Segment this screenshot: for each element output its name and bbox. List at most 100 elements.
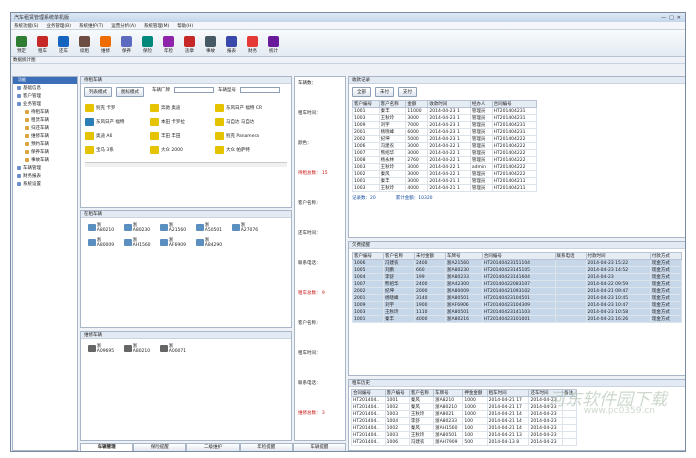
table-row[interactable]: 1006 冯建农 2400 浙A21560 HT20140423151104 2014-0… bbox=[351, 259, 683, 267]
column-header[interactable]: 未付金额 bbox=[414, 252, 447, 260]
column-header[interactable]: 收款时间 bbox=[427, 100, 471, 108]
available-car[interactable]: 奥迪 A6 bbox=[85, 130, 150, 142]
table-row[interactable]: HT201404.. 1002 秦风 浙AH1560 100 2014-04-21 14 2… bbox=[351, 424, 577, 432]
available-car[interactable]: 奔驰 奥迪 bbox=[150, 102, 215, 114]
column-header[interactable]: 联系电话 bbox=[554, 252, 587, 260]
tree-node[interactable]: 租赁车辆 bbox=[13, 116, 77, 124]
table-row[interactable]: 1001 秦丰 3000 2014-04-21 1 管理员 HT201404211 bbox=[352, 177, 538, 185]
toolbar-button[interactable]: 预定 bbox=[13, 36, 30, 54]
toolbar-button[interactable]: 保险 bbox=[139, 36, 156, 54]
column-header[interactable]: 合同编号 bbox=[491, 100, 538, 108]
table-row[interactable]: HT201404.. 1003 王秋玲 浙A80501 100 2014-04-21 13… bbox=[351, 431, 577, 439]
list-mode-button[interactable]: 列表模式 bbox=[84, 87, 112, 97]
tree-node[interactable]: 待租车辆 bbox=[13, 108, 77, 116]
column-header[interactable]: 客户名称 bbox=[408, 389, 435, 397]
bottom-tab[interactable]: 二级维护 bbox=[186, 443, 240, 451]
column-header[interactable]: 租车时间 bbox=[486, 389, 530, 397]
available-car[interactable]: 本田 卡罗拉 bbox=[150, 116, 215, 128]
available-car[interactable]: 东风日产 福特 bbox=[85, 116, 150, 128]
rented-car[interactable]: 浙A27076 bbox=[232, 222, 262, 233]
minimize-icon[interactable]: — bbox=[661, 15, 666, 21]
tree-node[interactable]: 事故车辆 bbox=[13, 156, 77, 164]
table-row[interactable]: 2002 纪坤 2000 浙A80009 HT20140421093102 2014-04… bbox=[351, 287, 683, 295]
table-row[interactable]: 1007 熊绍华 3000 2014-04-22 1 管理员 HT201404222 bbox=[352, 149, 538, 157]
maximize-icon[interactable]: □ bbox=[669, 15, 674, 21]
tree-node[interactable]: 保养车辆 bbox=[13, 148, 77, 156]
rented-car[interactable]: 浙A50501 bbox=[196, 222, 226, 233]
bottom-tab[interactable]: 年检提醒 bbox=[239, 443, 293, 451]
icon-mode-button[interactable]: 图标模式 bbox=[116, 87, 144, 97]
rented-car[interactable]: 浙A80230 bbox=[124, 222, 154, 233]
model-select[interactable] bbox=[240, 87, 280, 93]
filter-button[interactable]: 支付 bbox=[398, 87, 417, 97]
tree-node[interactable]: 归还车辆 bbox=[13, 124, 77, 132]
toolbar-button[interactable]: 维修 bbox=[97, 36, 114, 54]
table-row[interactable]: 1003 王秋玲 1110 浙A80501 HT20140423141103 2014-0… bbox=[351, 308, 683, 316]
toolbar-button[interactable]: 年检 bbox=[160, 36, 177, 54]
column-header[interactable]: 客户编号 bbox=[384, 389, 410, 397]
toolbar-button[interactable]: 财务 bbox=[244, 36, 261, 54]
table-row[interactable]: 1003 王秋玲 3000 2014-04-22 1 admin HT201404222 bbox=[352, 163, 538, 171]
column-header[interactable]: 车牌号 bbox=[433, 389, 464, 397]
filter-button[interactable]: 全部 bbox=[352, 87, 371, 97]
available-car[interactable]: 大众 帕萨特 bbox=[215, 144, 280, 156]
filter-button[interactable]: 未付 bbox=[375, 87, 394, 97]
repair-car[interactable]: 浙A09695 bbox=[88, 343, 118, 354]
bottom-tab[interactable]: 车辆提醒 bbox=[292, 443, 347, 451]
column-header[interactable]: 付款方式 bbox=[649, 252, 683, 260]
menu-item[interactable]: 系统维护(T) bbox=[79, 23, 103, 29]
repair-car[interactable]: 浙A00071 bbox=[160, 343, 190, 354]
column-header[interactable]: 客户编号 bbox=[352, 100, 380, 108]
table-row[interactable]: 1008 杨永林 2760 2014-04-22 1 管理员 HT201404222 bbox=[352, 156, 538, 164]
column-header[interactable]: 客户名称 bbox=[378, 100, 407, 108]
bottom-tab[interactable]: 保险提醒 bbox=[133, 443, 187, 451]
tree-node[interactable]: 维修车辆 bbox=[13, 132, 77, 140]
column-header[interactable]: 合同编号 bbox=[481, 252, 556, 260]
brand-select[interactable] bbox=[174, 87, 214, 93]
table-row[interactable]: HT201404.. 1006 冯建农 浙AH7909 500 2014-04-13 82… bbox=[351, 438, 577, 446]
table-row[interactable]: 1004 李舒 199 浙A80233 HT20140423141604 2014-04-… bbox=[351, 273, 683, 281]
table-row[interactable]: HT201404.. 1001 秦风 浙A8210 1000 2014-04-21 17 2… bbox=[351, 396, 577, 404]
toolbar-button[interactable]: 统计 bbox=[265, 36, 282, 54]
table-row[interactable]: 2001 杨晓峰 3140 浙A80501 HT20140423104501 2014-0… bbox=[351, 294, 683, 302]
table-row[interactable]: 2001 杨晓峰 6000 2014-04-23 1 管理员 HT201404231 bbox=[352, 128, 538, 136]
tree-node[interactable]: 财务报表 bbox=[13, 172, 77, 180]
tree-node[interactable]: 客户管理 bbox=[13, 92, 77, 100]
rented-car[interactable]: 浙A80210 bbox=[88, 222, 118, 233]
column-header[interactable]: 押金金额 bbox=[462, 389, 488, 397]
available-car[interactable]: 大众 2000 bbox=[150, 144, 215, 156]
table-row[interactable]: 1007 熊绍华 2400 浙A42300 HT20140422083107 2014-0… bbox=[351, 280, 683, 288]
rented-car[interactable]: 浙A84290 bbox=[196, 237, 226, 248]
toolbar-button[interactable]: 违章 bbox=[181, 36, 198, 54]
column-header[interactable]: 车牌号 bbox=[445, 252, 483, 260]
table-row[interactable]: 1003 王秋玲 3000 2014-04-23 1 管理员 HT201404231 bbox=[352, 114, 538, 122]
horizontal-scrollbar[interactable] bbox=[85, 162, 287, 167]
repair-car[interactable]: 浙A80210 bbox=[124, 343, 154, 354]
table-row[interactable]: 1005 刘鹏 660 浙A80230 HT20140423145105 2014-04-… bbox=[351, 266, 683, 274]
menu-item[interactable]: 系统管理(M) bbox=[144, 23, 169, 29]
tree-tab[interactable]: 功能 bbox=[13, 77, 77, 84]
table-row[interactable]: 2002 纪坤 5000 2014-04-23 1 管理员 HT201404222 bbox=[352, 135, 538, 143]
available-car[interactable]: 宝马 3系 bbox=[85, 144, 150, 156]
rented-car[interactable]: 浙AF6909 bbox=[160, 237, 190, 248]
sub-toolbar-label[interactable]: 数据统计图 bbox=[13, 58, 36, 63]
tree-node[interactable]: 预约车辆 bbox=[13, 140, 77, 148]
column-header[interactable]: 合同编号 bbox=[351, 389, 386, 397]
tree-node[interactable]: 业务管理 bbox=[13, 100, 77, 108]
column-header[interactable]: 客户名称 bbox=[383, 252, 416, 260]
table-row[interactable]: 1002 秦风 3000 2014-04-22 1 管理员 HT201404222 bbox=[352, 170, 538, 178]
close-icon[interactable]: ✕ bbox=[677, 15, 681, 21]
table-row[interactable]: HT201404.. 1004 李舒 浙A80233 100 2014-04-21 14 2… bbox=[351, 417, 577, 425]
available-car[interactable]: 别克 卡罗 bbox=[85, 102, 150, 114]
menu-item[interactable]: 系统功能(S) bbox=[14, 23, 38, 29]
table-row[interactable]: 1009 刘宇 7000 2014-04-23 1 管理员 HT201404231 bbox=[352, 121, 538, 129]
tree-node[interactable]: 车辆管理 bbox=[13, 164, 77, 172]
tree-node[interactable]: 系统设置 bbox=[13, 180, 77, 188]
available-car[interactable]: 丰田 丰田 bbox=[150, 130, 215, 142]
table-row[interactable]: 1001 秦丰 11000 2014-04-23 1 管理员 HT201404231 bbox=[352, 107, 538, 115]
table-row[interactable]: 1001 秦丰 4000 浙A80216 HT20140423101001 2014-04… bbox=[351, 315, 683, 323]
rented-car[interactable]: 浙AH1560 bbox=[124, 237, 154, 248]
toolbar-button[interactable]: 还车 bbox=[55, 36, 72, 54]
available-car[interactable]: 马自达 马自达 bbox=[215, 116, 280, 128]
available-car[interactable]: 东风日产 福特 CR bbox=[215, 102, 280, 114]
